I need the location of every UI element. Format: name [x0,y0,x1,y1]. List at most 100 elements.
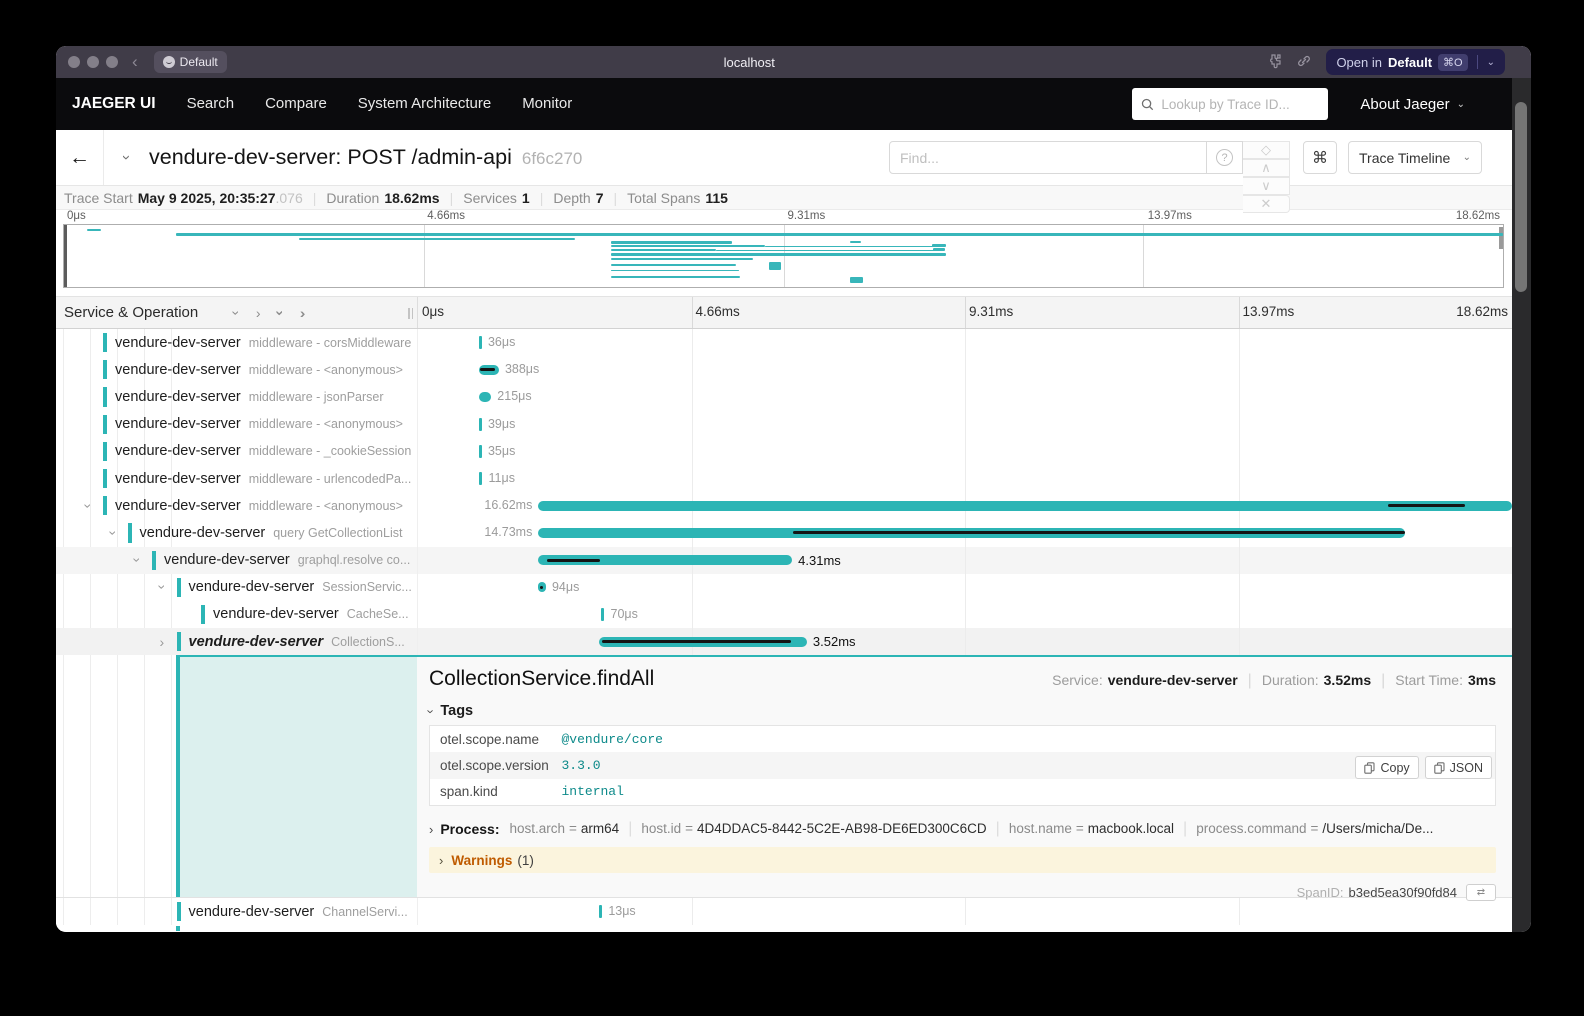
span-bar[interactable] [479,392,492,402]
chevron-down-icon[interactable]: › [81,503,95,508]
span-row[interactable]: ›vendure-dev-servermiddleware - <anonymo… [56,492,1512,519]
browser-tab[interactable]: Default [154,51,227,73]
operation-name: middleware - <anonymous> [249,417,403,431]
tag-key: otel.scope.name [430,726,562,753]
chevron-down-icon[interactable]: › [130,558,144,563]
trace-id-search-input[interactable]: Lookup by Trace ID... [1132,88,1328,120]
span-color-accent [177,632,181,651]
scrollbar-thumb[interactable] [1515,102,1527,292]
span-bar[interactable] [479,336,482,349]
back-button[interactable]: ← [56,130,104,185]
nav-item-compare[interactable]: Compare [265,95,327,112]
process-tag: host.arch=arm64 [510,820,620,837]
browser-back-icon[interactable]: ‹ [132,52,138,72]
trace-title: vendure-dev-server: POST /admin-api6f6c2… [149,145,582,170]
span-row[interactable]: ›vendure-dev-serverSessionServic...94μs [56,574,1512,601]
minimap-span [850,253,860,255]
focus-icon-button[interactable]: ◇ [1243,141,1290,159]
minimap-span [611,249,716,251]
traffic-lights [56,56,118,68]
about-jaeger-menu[interactable]: About Jaeger ⌄ [1360,96,1465,113]
service-name: vendure-dev-server [115,389,241,405]
span-row[interactable]: vendure-dev-servermiddleware - urlencode… [56,465,1512,492]
minimap-span [611,258,753,260]
timeline-header: Service & Operation › › ›› ›› 0μs4.66ms9… [56,296,1512,329]
close-window-button[interactable] [68,56,80,68]
next-match-button[interactable]: ∨ [1243,177,1290,195]
tick-label: 0μs [422,304,444,319]
span-rows-container: vendure-dev-servermiddleware - corsMiddl… [56,329,1512,931]
span-bar[interactable] [599,905,602,918]
span-color-accent [103,387,107,406]
span-bar[interactable] [479,472,482,485]
stat-suffix: .076 [276,190,303,206]
span-bar[interactable] [601,608,604,621]
minimap-span [176,233,1503,236]
jaeger-logo[interactable]: JAEGER UI [72,95,156,113]
divider: | [450,190,454,206]
minimize-window-button[interactable] [87,56,99,68]
span-row[interactable]: vendure-dev-servermiddleware - corsMiddl… [56,329,1512,356]
stat-value: 1 [522,190,530,206]
trace-view-select[interactable]: Trace Timeline ⌄ [1348,141,1482,174]
tick-label: 18.62ms [1456,304,1508,319]
trace-page-header: ← › vendure-dev-server: POST /admin-api6… [56,130,1512,186]
trace-minimap[interactable] [63,224,1504,288]
prev-match-button[interactable]: ∧ [1243,159,1290,177]
chevron-right-icon[interactable]: › [160,635,165,649]
maximize-window-button[interactable] [106,56,118,68]
span-bar[interactable] [479,418,482,431]
divider: | [628,820,632,837]
span-row[interactable]: vendure-dev-serverCacheSe...70μs [56,601,1512,628]
span-row[interactable]: vendure-dev-serverChannelServi...13μs [56,898,1512,925]
service-name: vendure-dev-server [115,498,241,514]
span-row[interactable]: vendure-dev-servermiddleware - <anonymou… [56,356,1512,383]
browser-titlebar: ‹ Default localhost Open in Default ⌘O [56,46,1531,78]
tick-label: 9.31ms [788,210,826,222]
process-title: Process: [440,821,499,837]
column-resizer-grip[interactable] [408,308,413,319]
span-row[interactable]: vendure-dev-servermiddleware - _cookieSe… [56,438,1512,465]
collapse-all-icon[interactable]: ›› [273,310,287,315]
operation-name: CacheSe... [347,607,409,621]
collapse-one-icon[interactable]: › [230,310,244,315]
expand-all-icon[interactable]: ›› [300,306,305,320]
span-row[interactable]: ›vendure-dev-serverCollectionS...3.52ms [56,628,1512,655]
process-tag: host.name=macbook.local [1009,820,1174,837]
tags-section-header[interactable]: › Tags [429,703,1496,719]
extensions-puzzle-icon[interactable] [1266,53,1282,72]
nav-item-search[interactable]: Search [187,95,235,112]
find-help-button[interactable]: ? [1207,141,1243,174]
operation-name: ChannelServi... [322,905,407,919]
search-placeholder: Lookup by Trace ID... [1161,97,1289,112]
link-icon[interactable] [1296,53,1312,72]
expand-one-icon[interactable]: › [256,306,261,320]
collapse-trace-chevron[interactable]: › [118,155,135,160]
span-row[interactable]: vendure-dev-servermiddleware - <anonymou… [56,411,1512,438]
nav-item-monitor[interactable]: Monitor [522,95,572,112]
tick-label: 4.66ms [427,210,465,222]
service-name: vendure-dev-server [115,362,241,378]
divider: | [1381,672,1385,690]
browser-scrollbar[interactable] [1512,78,1531,932]
span-row[interactable]: ›vendure-dev-serverquery GetCollectionLi… [56,519,1512,546]
span-bar[interactable] [538,501,1512,511]
json-button[interactable]: JSON [1425,756,1492,779]
nav-item-system-architecture[interactable]: System Architecture [358,95,491,112]
chevron-down-icon[interactable]: › [106,531,120,536]
process-section-header[interactable]: › Process: host.arch=arm64|host.id=4D4DD… [429,820,1496,838]
span-row[interactable]: vendure-dev-servermiddleware - jsonParse… [56,383,1512,410]
copy-button[interactable]: Copy [1355,756,1418,779]
minimap-left-scrub-handle[interactable] [64,225,67,287]
warnings-section-header[interactable]: › Warnings (1) [429,847,1496,873]
chevron-down-icon[interactable]: › [155,585,169,590]
chevron-down-icon[interactable]: ⌄ [1487,57,1495,68]
minimap-right-scrub-handle[interactable] [1499,227,1503,249]
address-bar-url[interactable]: localhost [724,55,775,70]
open-in-default-button[interactable]: Open in Default ⌘O ⌄ [1326,49,1505,75]
child-span-marker [602,640,791,643]
span-bar[interactable] [479,445,482,458]
keyboard-shortcuts-button[interactable]: ⌘ [1303,141,1337,174]
find-input[interactable] [889,141,1207,174]
span-row[interactable]: ›vendure-dev-servergraphql.resolve co...… [56,547,1512,574]
